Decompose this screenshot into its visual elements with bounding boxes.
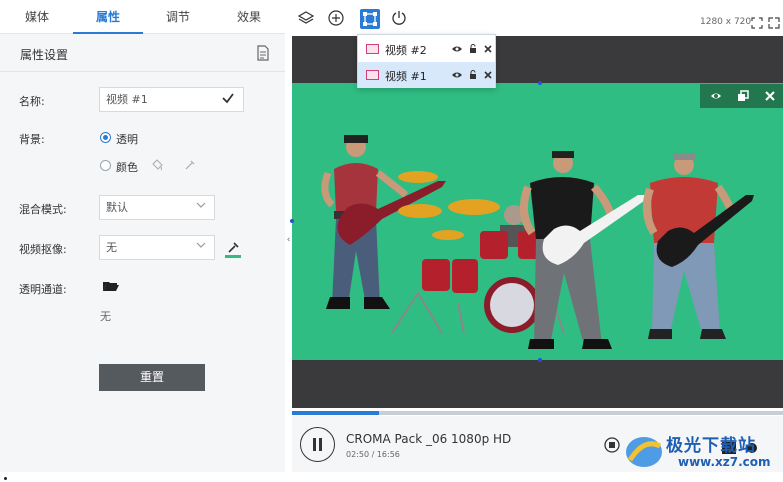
chevron-down-icon (196, 242, 206, 248)
tab-bar: 媒体 属性 调节 效果 (0, 0, 285, 34)
name-label: 名称: (19, 95, 45, 108)
pause-button[interactable] (300, 427, 335, 462)
stop-icon[interactable] (604, 437, 620, 453)
tab-adjust[interactable]: 调节 (143, 0, 213, 34)
alpha-channel-value: 无 (100, 310, 111, 323)
chevron-down-icon (196, 202, 206, 208)
media-title: CROMA Pack _06 1080p HD (346, 432, 512, 446)
bg-color-label: 颜色 (116, 161, 138, 174)
close-icon[interactable] (483, 44, 493, 54)
clip-controls (700, 84, 783, 108)
resolution-label: 1280 x 720 (700, 17, 752, 27)
eye-icon[interactable] (452, 70, 462, 80)
eye-icon[interactable] (452, 44, 462, 54)
layer-item[interactable]: 视频 #1 (358, 62, 495, 88)
selection-handle[interactable] (538, 81, 542, 85)
blend-mode-value: 默认 (106, 201, 128, 214)
video-key-select[interactable]: 无 (99, 235, 215, 260)
lock-icon[interactable] (468, 44, 478, 54)
tab-media[interactable]: 媒体 (2, 0, 72, 34)
layers-icon[interactable] (297, 9, 315, 27)
blend-mode-select[interactable]: 默认 (99, 195, 215, 220)
color-picker-icon[interactable] (183, 158, 197, 172)
add-circle-icon[interactable] (327, 9, 345, 27)
alpha-channel-label: 透明通道: (19, 283, 67, 296)
progress-fill (292, 411, 379, 415)
name-input[interactable]: 视频 #1 (99, 87, 244, 112)
paint-bucket-icon[interactable] (150, 158, 164, 172)
name-value: 视频 #1 (106, 93, 148, 106)
close-icon[interactable] (764, 90, 776, 102)
progress-bar[interactable] (292, 411, 783, 415)
eye-icon[interactable] (710, 90, 722, 102)
transform-crop-icon[interactable] (360, 9, 380, 29)
cursor-dot (4, 477, 7, 480)
bg-color-radio[interactable] (100, 160, 111, 171)
watermark-title: 极光下载站 (666, 436, 756, 456)
power-icon[interactable] (390, 9, 408, 27)
layer-item[interactable]: 视频 #2 (358, 36, 495, 62)
layer-list-popup: 视频 #2 视频 #1 (357, 34, 496, 88)
background-label: 背景: (19, 133, 45, 146)
eyedropper-icon[interactable] (225, 240, 241, 258)
video-layer-icon (366, 70, 379, 80)
duplicate-icon[interactable] (737, 90, 749, 102)
video-key-label: 视频抠像: (19, 243, 67, 256)
close-icon[interactable] (483, 70, 493, 80)
panel-header: 属性设置 (0, 36, 285, 72)
lock-icon[interactable] (468, 70, 478, 80)
panel-title: 属性设置 (20, 48, 69, 62)
layer-name: 视频 #1 (385, 70, 427, 83)
save-preset-icon[interactable] (256, 45, 270, 61)
properties-sidebar: 媒体 属性 调节 效果 属性设置 名称: 视频 #1 背景: 透明 颜色 混合模… (0, 0, 285, 472)
selection-handle[interactable] (538, 358, 542, 362)
reset-button[interactable]: 重置 (99, 364, 205, 391)
media-time: 02:50 / 16:56 (346, 450, 400, 459)
video-layer-icon (366, 44, 379, 54)
selection-handle[interactable] (290, 219, 294, 223)
video-key-value: 无 (106, 241, 117, 254)
watermark-url: www.xz7.com (678, 455, 771, 469)
fullscreen-icon[interactable] (768, 17, 780, 29)
collapse-panel-toggle[interactable]: ‹ (285, 233, 292, 247)
tab-properties[interactable]: 属性 (73, 0, 143, 34)
bg-transparent-radio[interactable] (100, 132, 111, 143)
bg-transparent-label: 透明 (116, 133, 138, 146)
confirm-check-icon[interactable] (221, 91, 235, 105)
folder-open-icon[interactable] (103, 280, 119, 292)
layer-name: 视频 #2 (385, 44, 427, 57)
fit-screen-icon[interactable] (751, 17, 763, 29)
blend-mode-label: 混合模式: (19, 203, 67, 216)
tab-effects[interactable]: 效果 (214, 0, 284, 34)
video-frame[interactable] (292, 83, 783, 360)
